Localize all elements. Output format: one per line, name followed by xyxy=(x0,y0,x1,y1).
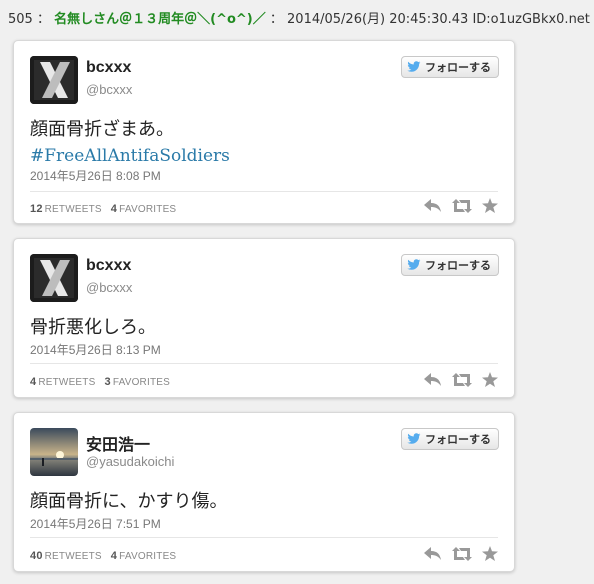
retweet-count: 12 xyxy=(30,203,43,215)
retweets-label: RETWEETS xyxy=(44,551,102,562)
tweet-body: 骨折悪化しろ。 xyxy=(30,317,156,338)
favorite-count: 4 xyxy=(110,550,118,562)
divider xyxy=(30,363,498,364)
tweet-stats: 40 RETWEETS 4 FAVORITES xyxy=(30,550,176,562)
favorites-label: FAVORITES xyxy=(112,377,170,388)
poster-id: ID:o1uzGBkx0.net xyxy=(472,12,590,27)
hashtag-link[interactable]: #FreeAllAntifaSoldiers xyxy=(30,143,230,169)
divider xyxy=(30,537,498,538)
favorites-label: FAVORITES xyxy=(119,551,177,562)
retweet-icon[interactable] xyxy=(452,198,472,213)
screen-name[interactable]: @bcxxx xyxy=(86,280,132,295)
retweet-icon[interactable] xyxy=(452,546,472,561)
tweet-timestamp[interactable]: 2014年5月26日 8:13 PM xyxy=(30,341,161,358)
tweet-text: 骨折悪化しろ。 xyxy=(30,315,156,341)
screen-name[interactable]: @bcxxx xyxy=(86,82,132,97)
tweet-body: 顔面骨折に、かすり傷。 xyxy=(30,491,228,512)
follow-button[interactable]: フォローする xyxy=(401,254,499,276)
twitter-bird-icon xyxy=(407,259,421,271)
embedded-tweet: 安田浩一 @yasudakoichi フォローする 顔面骨折に、かすり傷。 20… xyxy=(13,412,515,572)
retweets-label: RETWEETS xyxy=(44,204,102,215)
tweet-actions xyxy=(424,198,498,213)
star-icon[interactable] xyxy=(482,198,498,213)
follow-button[interactable]: フォローする xyxy=(401,56,499,78)
post-header: 505 ： 名無しさん＠１３周年＠＼(^o^)／ ： 2014/05/26(月)… xyxy=(8,8,590,27)
follow-button[interactable]: フォローする xyxy=(401,428,499,450)
tweet-stats: 4 RETWEETS 3 FAVORITES xyxy=(30,376,170,388)
screen-name[interactable]: @yasudakoichi xyxy=(86,454,174,469)
retweet-count: 40 xyxy=(30,550,43,562)
x-logo-icon xyxy=(30,254,78,302)
tweet-body: 顔面骨折ざまあ。 xyxy=(30,119,174,140)
twitter-bird-icon xyxy=(407,61,421,73)
follow-label: フォローする xyxy=(425,62,491,74)
follow-label: フォローする xyxy=(425,434,491,446)
embedded-tweet: bcxxx @bcxxx フォローする 顔面骨折ざまあ。 #FreeAllAnt… xyxy=(13,40,515,224)
retweets-label: RETWEETS xyxy=(38,377,96,388)
twitter-bird-icon xyxy=(407,433,421,445)
post-separator: ： xyxy=(36,12,50,27)
tweet-text: 顔面骨折に、かすり傷。 xyxy=(30,489,227,515)
embedded-tweet: bcxxx @bcxxx フォローする 骨折悪化しろ。 2014年5月26日 8… xyxy=(13,238,515,398)
post-number: 505 xyxy=(8,12,33,27)
sunset-photo-icon xyxy=(30,428,78,476)
reply-icon[interactable] xyxy=(424,372,442,387)
tweet-actions xyxy=(424,372,498,387)
tweet-timestamp[interactable]: 2014年5月26日 8:08 PM xyxy=(30,167,161,184)
avatar[interactable] xyxy=(30,254,78,302)
display-name[interactable]: bcxxx xyxy=(86,257,131,275)
favorite-count: 4 xyxy=(110,203,118,215)
favorites-label: FAVORITES xyxy=(119,204,177,215)
display-name[interactable]: 安田浩一 xyxy=(86,431,150,455)
retweet-icon[interactable] xyxy=(452,372,472,387)
poster-name: 名無しさん＠１３周年＠＼(^o^)／ xyxy=(54,12,266,27)
retweet-count: 4 xyxy=(30,376,37,388)
follow-label: フォローする xyxy=(425,260,491,272)
post-separator: ： xyxy=(269,12,283,27)
tweet-text: 顔面骨折ざまあ。 #FreeAllAntifaSoldiers xyxy=(30,117,230,169)
reply-icon[interactable] xyxy=(424,546,442,561)
avatar[interactable] xyxy=(30,56,78,104)
reply-icon[interactable] xyxy=(424,198,442,213)
tweet-stats: 12 RETWEETS 4 FAVORITES xyxy=(30,203,176,215)
post-datetime: 2014/05/26(月) 20:45:30.43 xyxy=(287,12,469,27)
divider xyxy=(30,191,498,192)
favorite-count: 3 xyxy=(104,376,111,388)
display-name[interactable]: bcxxx xyxy=(86,59,131,77)
x-logo-icon xyxy=(30,56,78,104)
star-icon[interactable] xyxy=(482,372,498,387)
star-icon[interactable] xyxy=(482,546,498,561)
tweet-timestamp[interactable]: 2014年5月26日 7:51 PM xyxy=(30,515,161,532)
tweet-actions xyxy=(424,546,498,561)
avatar[interactable] xyxy=(30,428,78,476)
